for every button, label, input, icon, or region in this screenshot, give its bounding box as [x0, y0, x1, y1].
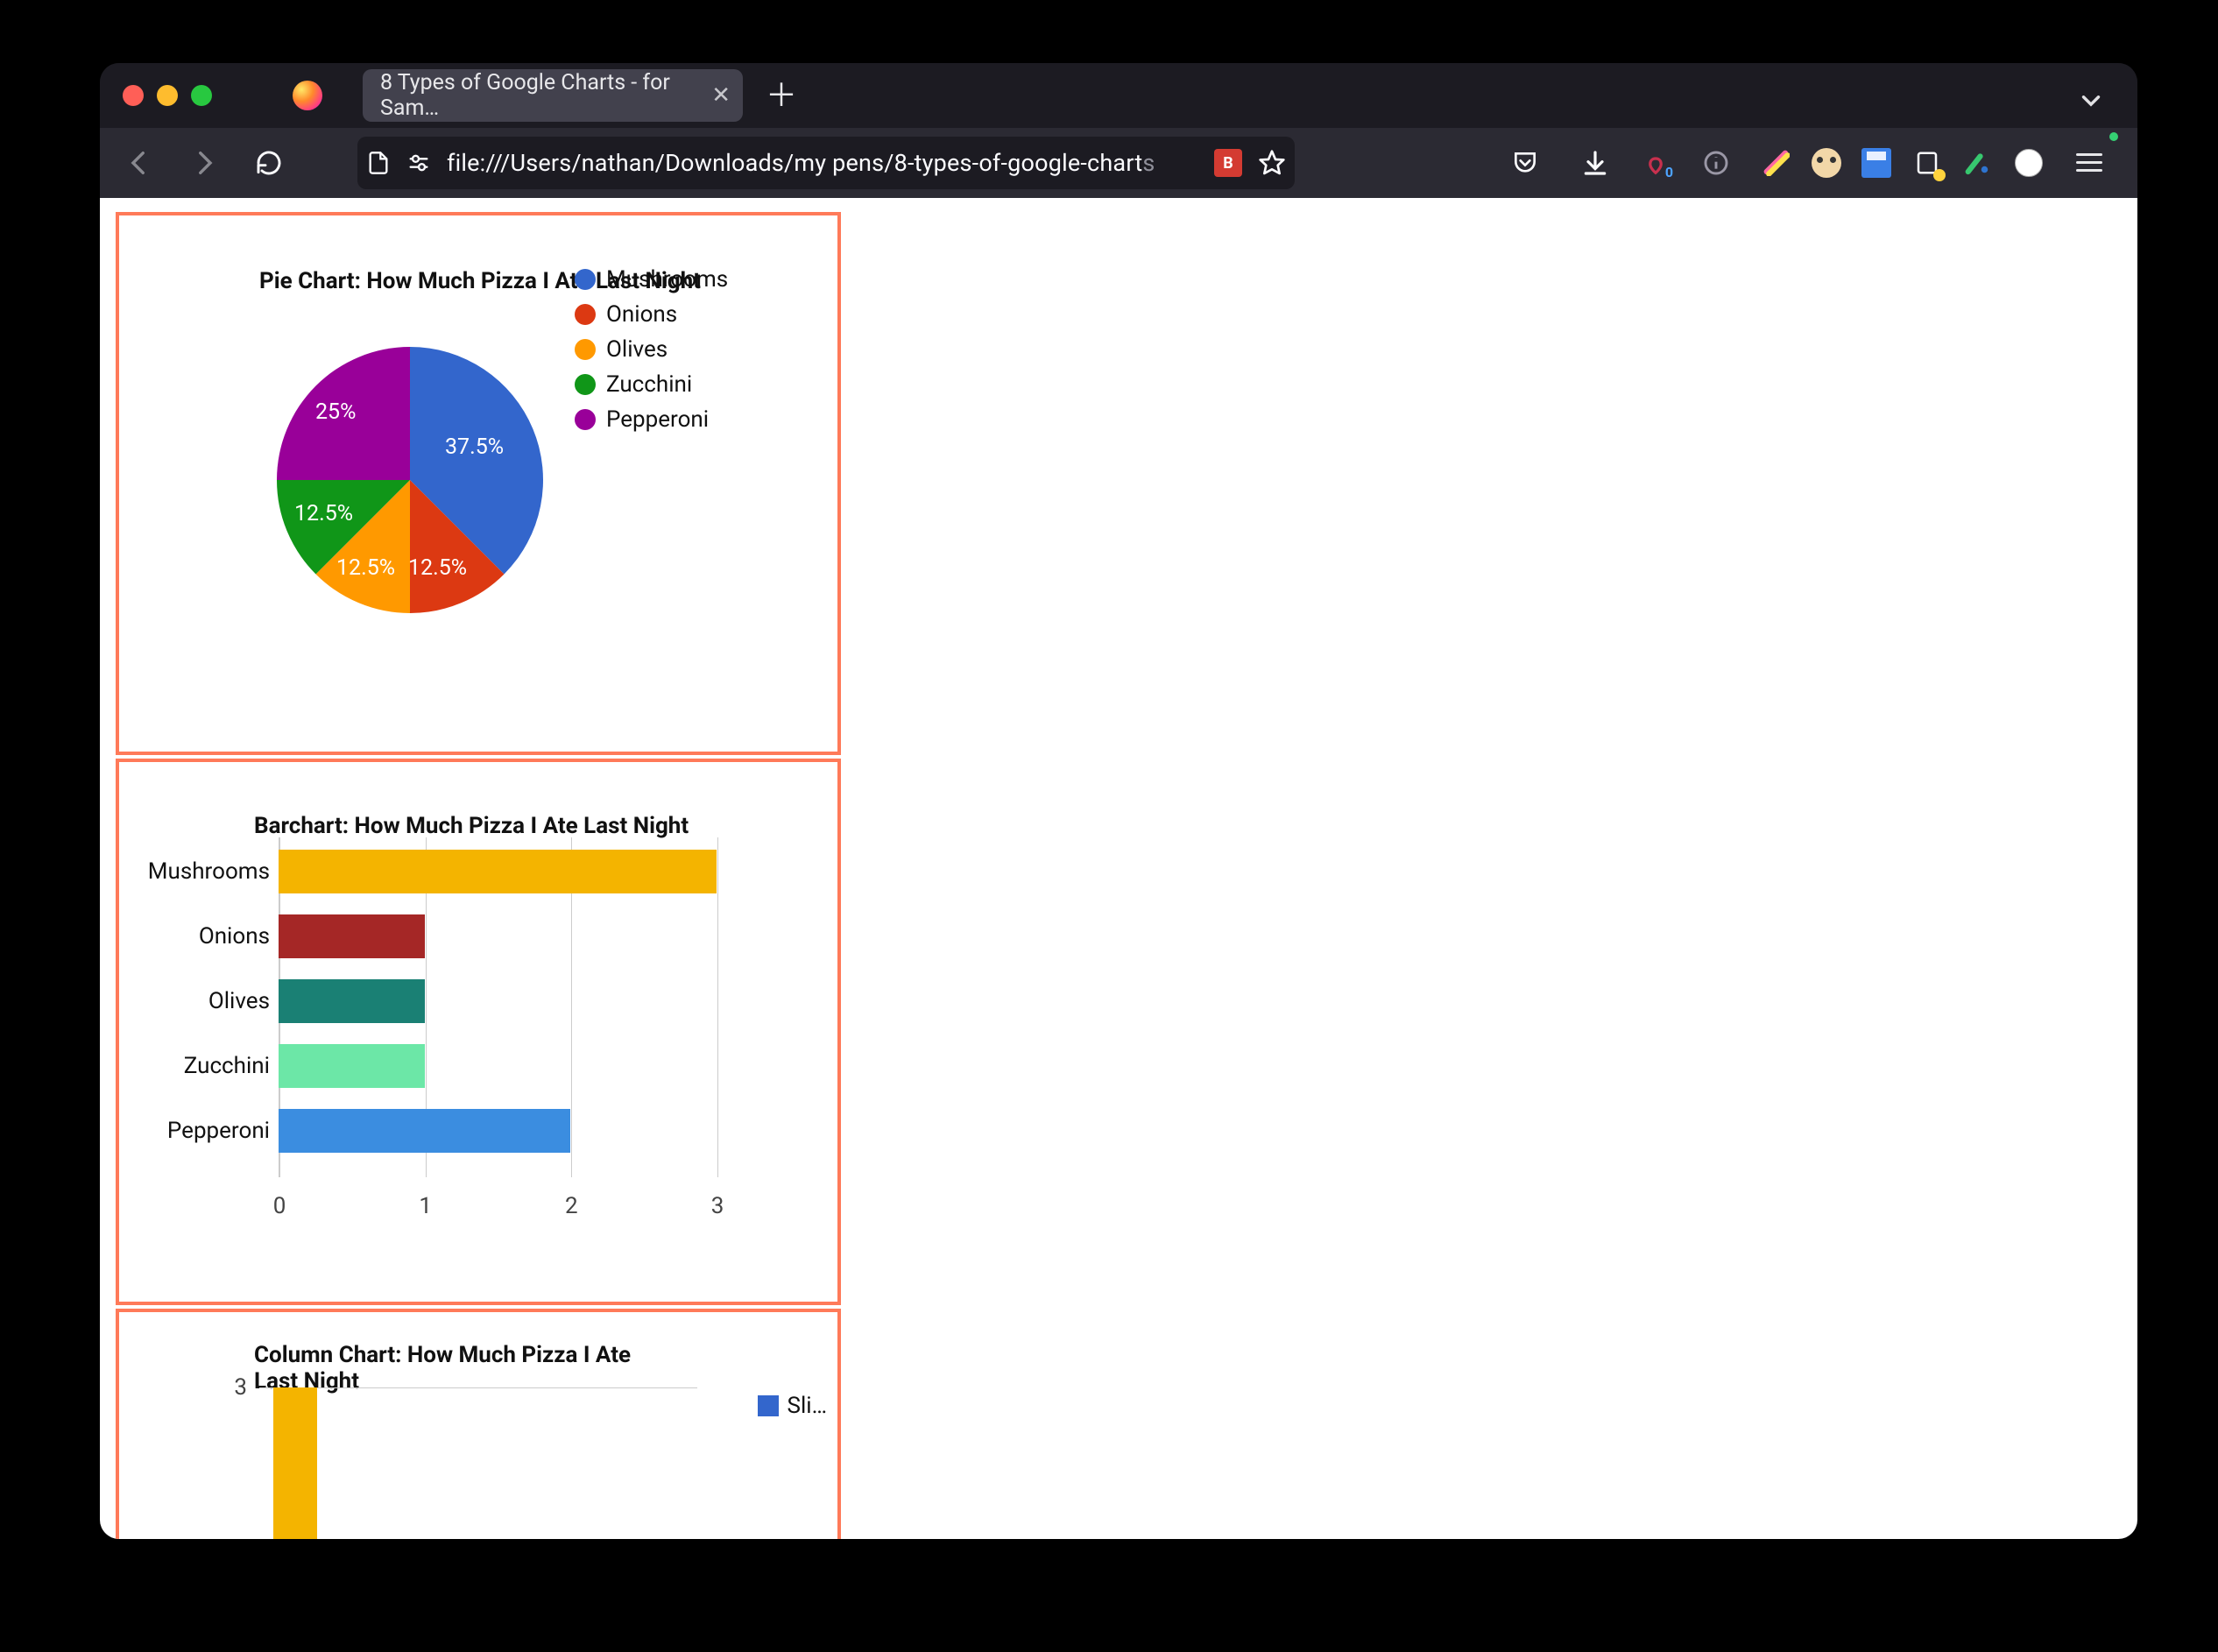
- extension-icon-1[interactable]: 0: [1640, 147, 1671, 179]
- category-label: Onions: [130, 923, 270, 950]
- tab-title: 8 Types of Google Charts - for Sam…: [380, 70, 697, 121]
- gridline: [259, 1387, 697, 1388]
- legend-swatch: [575, 339, 596, 360]
- legend-item[interactable]: Olives: [575, 336, 728, 363]
- column-chart-title: Column Chart: How Much Pizza I Ate Last …: [254, 1342, 639, 1394]
- legend-item[interactable]: Zucchini: [575, 371, 728, 398]
- legend-label: Olives: [606, 336, 668, 363]
- pie-chart-card: Pie Chart: How Much Pizza I Ate Last Nig…: [116, 212, 841, 755]
- bar[interactable]: [279, 850, 717, 893]
- extension-icon-3[interactable]: [1812, 148, 1841, 178]
- noscript-icon[interactable]: [2013, 147, 2045, 179]
- minimize-window-button[interactable]: [157, 85, 178, 106]
- toolbar-extensions: 0: [1500, 138, 2123, 188]
- legend-swatch: [575, 269, 596, 290]
- address-bar[interactable]: file:///Users/nathan/Downloads/my pens/8…: [357, 137, 1295, 189]
- save-disk-icon[interactable]: [1861, 147, 1892, 179]
- page-content: Pie Chart: How Much Pizza I Ate Last Nig…: [100, 198, 2137, 1539]
- legend-item[interactable]: Onions: [575, 301, 728, 328]
- downloads-icon[interactable]: [1570, 138, 1621, 188]
- legend-item[interactable]: Mushrooms: [575, 266, 728, 293]
- navigation-toolbar: file:///Users/nathan/Downloads/my pens/8…: [100, 128, 2137, 198]
- legend-swatch: [758, 1395, 779, 1416]
- firefox-logo-icon: [293, 81, 322, 110]
- forward-button[interactable]: [179, 138, 230, 188]
- category-label: Pepperoni: [130, 1118, 270, 1144]
- column-legend: Sli…: [758, 1393, 827, 1419]
- browser-window: 8 Types of Google Charts - for Sam… ✕ ＋ …: [100, 63, 2137, 1539]
- pie-slice-label: 25%: [315, 399, 356, 425]
- pie-slice-label: 37.5%: [445, 434, 504, 460]
- legend-label: Mushrooms: [606, 266, 728, 293]
- axis-tick-label: 2: [565, 1193, 578, 1219]
- app-menu-button[interactable]: [2064, 138, 2115, 188]
- legend-swatch: [575, 374, 596, 395]
- bar[interactable]: [279, 1044, 425, 1088]
- axis-tick-label: 1: [419, 1193, 432, 1219]
- legend-label: Sli…: [788, 1393, 827, 1419]
- pie-chart: 37.5% 12.5% 12.5% 12.5% 25%: [277, 347, 543, 613]
- tabs-dropdown-button[interactable]: [2076, 86, 2106, 119]
- settings-toggle-icon[interactable]: [406, 151, 431, 175]
- close-window-button[interactable]: [123, 85, 144, 106]
- back-button[interactable]: [114, 138, 165, 188]
- bar[interactable]: [279, 979, 425, 1023]
- maximize-window-button[interactable]: [191, 85, 212, 106]
- axis-tick-label: 3: [234, 1374, 247, 1401]
- bar[interactable]: [279, 914, 425, 958]
- pie-slice-label: 12.5%: [294, 501, 353, 526]
- reload-button[interactable]: [244, 138, 294, 188]
- close-tab-icon[interactable]: ✕: [711, 84, 731, 107]
- url-text: file:///Users/nathan/Downloads/my pens/8…: [447, 149, 1198, 177]
- legend-swatch: [575, 304, 596, 325]
- category-label: Zucchini: [130, 1053, 270, 1079]
- category-label: Olives: [130, 988, 270, 1014]
- category-label: Mushrooms: [130, 858, 270, 885]
- column-chart-card: Column Chart: How Much Pizza I Ate Last …: [116, 1309, 841, 1539]
- legend-label: Pepperoni: [606, 406, 709, 433]
- legend-item[interactable]: Pepperoni: [575, 406, 728, 433]
- pie-slice-label: 12.5%: [336, 555, 395, 581]
- bar[interactable]: [279, 1109, 570, 1153]
- legend-label: Zucchini: [606, 371, 692, 398]
- ublock-icon[interactable]: B: [1214, 149, 1242, 177]
- extension-icon-2[interactable]: [1761, 147, 1792, 179]
- bar-chart-card: Barchart: How Much Pizza I Ate Last Nigh…: [116, 759, 841, 1305]
- browser-tab[interactable]: 8 Types of Google Charts - for Sam… ✕: [363, 69, 743, 122]
- legend-label: Onions: [606, 301, 677, 328]
- extension-icon-5[interactable]: [1962, 147, 1994, 179]
- bar-chart-title: Barchart: How Much Pizza I Ate Last Nigh…: [254, 813, 689, 839]
- new-tab-button[interactable]: ＋: [766, 80, 797, 111]
- bookmark-star-icon[interactable]: [1258, 149, 1286, 177]
- tab-strip: 8 Types of Google Charts - for Sam… ✕ ＋: [100, 63, 2137, 128]
- pie-slice-label: 12.5%: [408, 555, 467, 581]
- page-icon: [366, 151, 391, 175]
- axis-tick-label: 0: [273, 1193, 286, 1219]
- info-icon[interactable]: [1691, 138, 1741, 188]
- legend-swatch: [575, 409, 596, 430]
- gridline: [717, 837, 718, 1177]
- pocket-icon[interactable]: [1500, 138, 1550, 188]
- window-controls: [123, 85, 212, 106]
- pie-legend: Mushrooms Onions Olives Zucchini Pepperoni: [575, 266, 728, 433]
- column-bar[interactable]: [273, 1387, 317, 1539]
- extension-icon-4[interactable]: [1911, 147, 1943, 179]
- axis-tick-label: 3: [711, 1193, 724, 1219]
- column-chart-plot: 3: [259, 1387, 697, 1539]
